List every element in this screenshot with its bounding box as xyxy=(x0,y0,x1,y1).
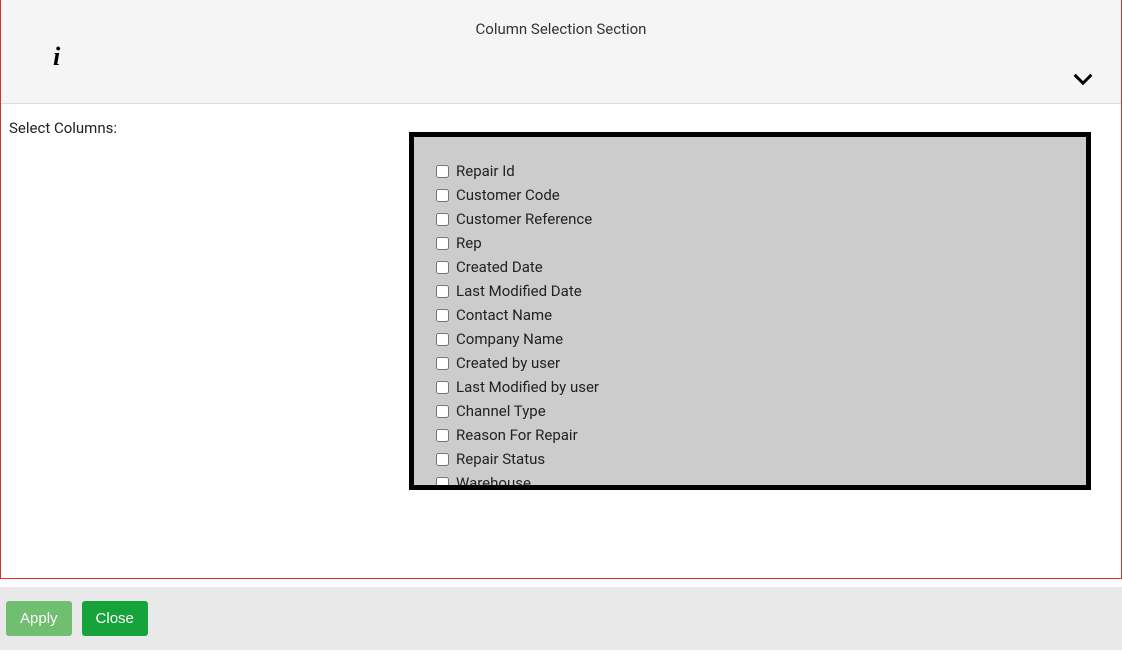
column-label: Repair Id xyxy=(456,159,515,183)
column-option[interactable]: Customer Reference xyxy=(436,207,1070,231)
column-checkbox[interactable] xyxy=(436,429,449,442)
column-option[interactable]: Repair Id xyxy=(436,159,1070,183)
column-option[interactable]: Customer Code xyxy=(436,183,1070,207)
column-checkbox[interactable] xyxy=(436,309,449,322)
column-option[interactable]: Channel Type xyxy=(436,399,1070,423)
column-checkbox[interactable] xyxy=(436,453,449,466)
column-checkbox[interactable] xyxy=(436,213,449,226)
column-checkbox[interactable] xyxy=(436,477,449,486)
footer-bar: Apply Close xyxy=(0,587,1122,650)
column-option[interactable]: Last Modified Date xyxy=(436,279,1070,303)
column-option[interactable]: Warehouse xyxy=(436,471,1070,485)
column-label: Customer Code xyxy=(456,183,560,207)
panel-title: Column Selection Section xyxy=(1,0,1121,38)
column-checkbox[interactable] xyxy=(436,237,449,250)
column-label: Warehouse xyxy=(456,471,531,485)
panel-header: Column Selection Section i xyxy=(1,0,1121,104)
close-button[interactable]: Close xyxy=(82,601,148,636)
select-columns-label: Select Columns: xyxy=(9,119,117,137)
panel-body: Select Columns: Repair IdCustomer CodeCu… xyxy=(1,104,1121,578)
column-label: Created Date xyxy=(456,255,543,279)
column-checkbox[interactable] xyxy=(436,381,449,394)
column-checkbox[interactable] xyxy=(436,357,449,370)
column-option[interactable]: Created Date xyxy=(436,255,1070,279)
column-checkbox[interactable] xyxy=(436,189,449,202)
column-checkbox[interactable] xyxy=(436,261,449,274)
column-label: Channel Type xyxy=(456,399,546,423)
column-checkbox[interactable] xyxy=(436,405,449,418)
column-label: Repair Status xyxy=(456,447,545,471)
info-icon[interactable]: i xyxy=(53,42,60,72)
column-checkbox[interactable] xyxy=(436,333,449,346)
column-checkbox[interactable] xyxy=(436,165,449,178)
column-option[interactable]: Repair Status xyxy=(436,447,1070,471)
chevron-down-icon[interactable] xyxy=(1073,71,1093,91)
column-label: Last Modified by user xyxy=(456,375,599,399)
column-option[interactable]: Last Modified by user xyxy=(436,375,1070,399)
column-label: Contact Name xyxy=(456,303,552,327)
column-option[interactable]: Rep xyxy=(436,231,1070,255)
column-label: Customer Reference xyxy=(456,207,592,231)
column-list-container: Repair IdCustomer CodeCustomer Reference… xyxy=(409,132,1091,490)
column-option[interactable]: Reason For Repair xyxy=(436,423,1070,447)
column-option[interactable]: Contact Name xyxy=(436,303,1070,327)
column-label: Company Name xyxy=(456,327,563,351)
column-option[interactable]: Created by user xyxy=(436,351,1070,375)
column-label: Rep xyxy=(456,231,482,255)
column-selection-panel: Column Selection Section i Select Column… xyxy=(0,0,1122,579)
column-checkbox[interactable] xyxy=(436,285,449,298)
column-label: Created by user xyxy=(456,351,560,375)
column-label: Reason For Repair xyxy=(456,423,578,447)
column-list[interactable]: Repair IdCustomer CodeCustomer Reference… xyxy=(414,137,1086,485)
apply-button[interactable]: Apply xyxy=(6,601,72,636)
column-label: Last Modified Date xyxy=(456,279,582,303)
column-option[interactable]: Company Name xyxy=(436,327,1070,351)
